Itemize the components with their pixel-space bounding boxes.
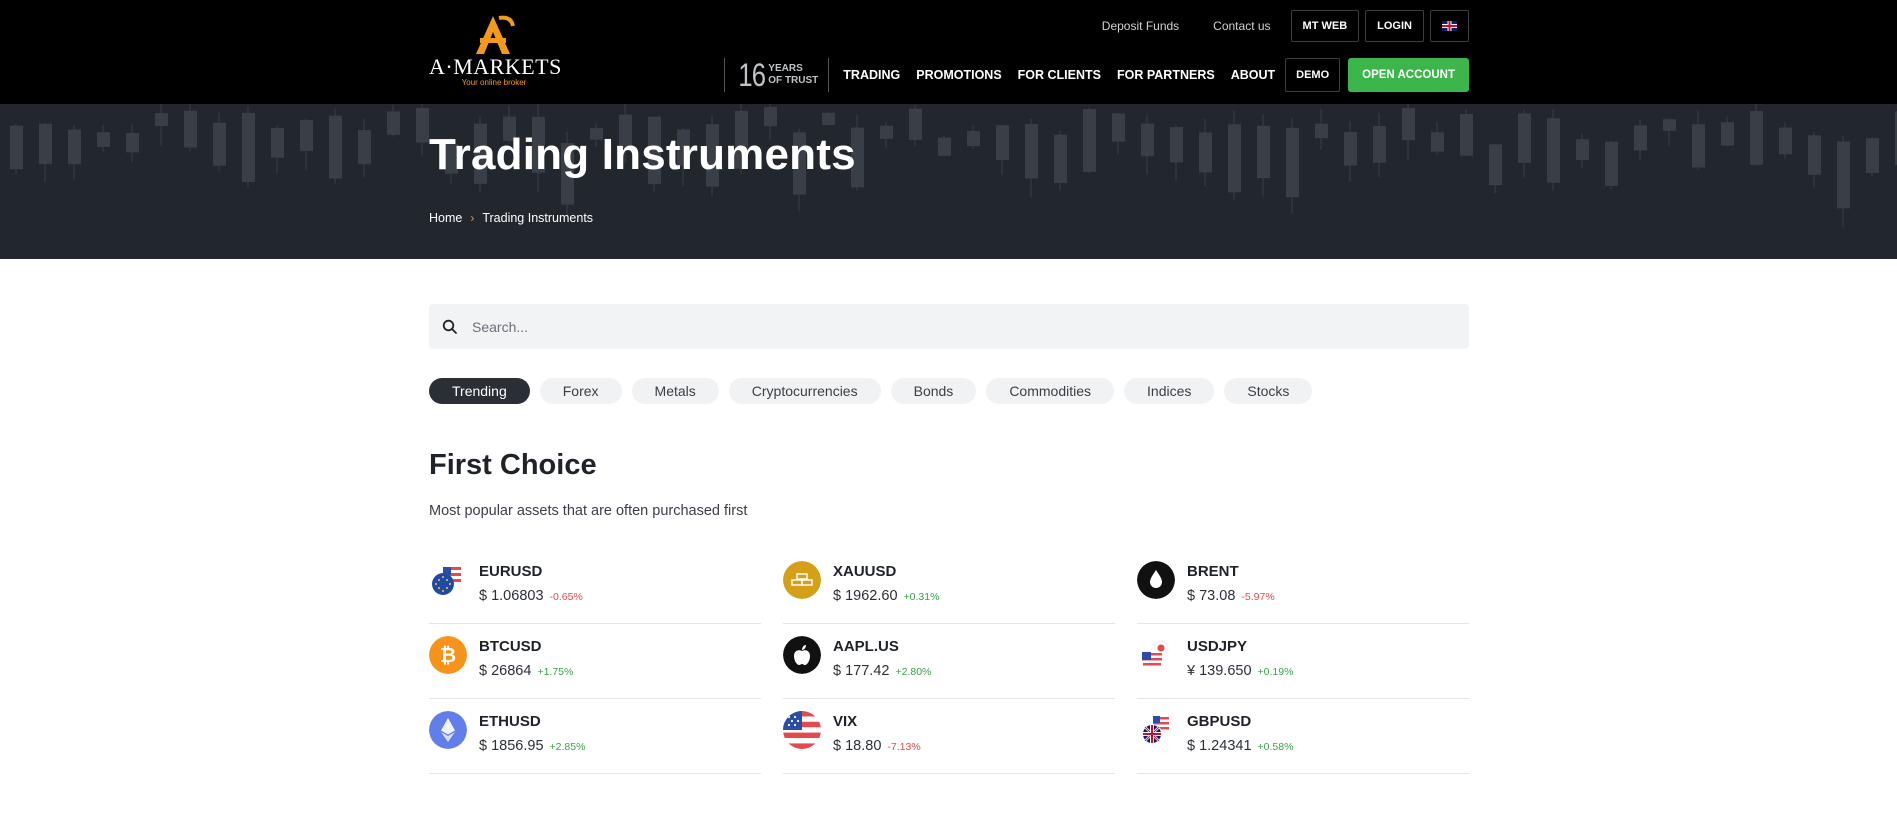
tab-stocks[interactable]: Stocks bbox=[1224, 378, 1313, 404]
page-title: Trading Instruments bbox=[429, 130, 856, 179]
deposit-funds-link[interactable]: Deposit Funds bbox=[1088, 11, 1193, 41]
asset-price: $ 1962.60 bbox=[833, 588, 898, 604]
asset-price: $ 73.08 bbox=[1187, 588, 1236, 604]
bitcoin-icon: ₿ bbox=[429, 636, 467, 674]
category-tabs: Trending Forex Metals Cryptocurrencies B… bbox=[429, 378, 1313, 404]
open-account-button[interactable]: OPEN ACCOUNT bbox=[1348, 58, 1469, 92]
nav-trading[interactable]: TRADING bbox=[835, 68, 908, 82]
asset-card-aapl[interactable]: AAPL.US $ 177.42 +2.80% bbox=[783, 624, 1115, 699]
search-bar bbox=[429, 304, 1469, 349]
contact-us-link[interactable]: Contact us bbox=[1199, 11, 1284, 41]
asset-price: ¥ 139.650 bbox=[1187, 663, 1252, 679]
asset-symbol: ETHUSD bbox=[479, 713, 541, 730]
logo-a-icon bbox=[476, 15, 515, 54]
asset-change: +2.80% bbox=[895, 666, 932, 678]
top-utility-nav: Deposit Funds Contact us MT WEB LOGIN bbox=[1088, 10, 1469, 42]
breadcrumb-home[interactable]: Home bbox=[429, 211, 462, 225]
asset-price: $ 177.42 bbox=[833, 663, 890, 679]
trust-line-1: YEARS bbox=[768, 63, 803, 74]
eu-us-flag-icon bbox=[429, 561, 467, 599]
breadcrumb: Home › Trading Instruments bbox=[429, 211, 593, 225]
svg-text:₿: ₿ bbox=[440, 643, 456, 667]
asset-card-brent[interactable]: BRENT $ 73.08 -5.97% bbox=[1137, 549, 1469, 624]
asset-price: $ 1856.95 bbox=[479, 738, 544, 754]
asset-change: +2.85% bbox=[549, 741, 586, 753]
asset-card-eurusd[interactable]: EURUSD $ 1.06803 -0.65% bbox=[429, 549, 761, 624]
asset-change: -5.97% bbox=[1241, 591, 1275, 603]
asset-price: $ 1.06803 bbox=[479, 588, 544, 604]
tab-indices[interactable]: Indices bbox=[1124, 378, 1215, 404]
breadcrumb-current: Trading Instruments bbox=[482, 211, 594, 225]
asset-change: +0.58% bbox=[1257, 741, 1294, 753]
tab-forex[interactable]: Forex bbox=[539, 378, 622, 404]
login-button[interactable]: LOGIN bbox=[1365, 10, 1424, 42]
search-input[interactable] bbox=[472, 318, 1372, 335]
breadcrumb-separator: › bbox=[470, 211, 475, 225]
asset-change: +0.31% bbox=[903, 591, 940, 603]
asset-change: +0.19% bbox=[1257, 666, 1294, 678]
nav-for-partners[interactable]: FOR PARTNERS bbox=[1109, 68, 1223, 82]
uk-us-flag-icon bbox=[1137, 711, 1175, 749]
main-nav: 16 YEARS OF TRUST TRADING PROMOTIONS FOR… bbox=[723, 56, 1469, 93]
tab-commodities[interactable]: Commodities bbox=[986, 378, 1115, 404]
asset-symbol: BTCUSD bbox=[479, 638, 542, 655]
asset-card-vix[interactable]: VIX $ 18.80 -7.13% bbox=[783, 699, 1115, 774]
uk-flag-icon bbox=[1442, 21, 1457, 31]
tab-metals[interactable]: Metals bbox=[631, 378, 719, 404]
section-title: First Choice bbox=[429, 449, 597, 481]
asset-symbol: VIX bbox=[833, 713, 858, 730]
asset-symbol: BRENT bbox=[1187, 563, 1239, 580]
demo-button[interactable]: DEMO bbox=[1285, 58, 1341, 92]
asset-price: $ 26864 bbox=[479, 663, 532, 679]
asset-change: -7.13% bbox=[887, 741, 921, 753]
apple-icon bbox=[783, 636, 821, 674]
nav-for-clients[interactable]: FOR CLIENTS bbox=[1010, 68, 1109, 82]
gold-bars-icon bbox=[783, 561, 821, 599]
nav-promotions[interactable]: PROMOTIONS bbox=[908, 68, 1009, 82]
years-of-trust-badge: 16 YEARS OF TRUST bbox=[723, 56, 830, 93]
ethereum-icon bbox=[429, 711, 467, 749]
section-subtitle: Most popular assets that are often purch… bbox=[429, 503, 748, 519]
trust-line-2: OF TRUST bbox=[768, 75, 819, 86]
asset-card-xauusd[interactable]: XAUUSD $ 1962.60 +0.31% bbox=[783, 549, 1115, 624]
tab-bonds[interactable]: Bonds bbox=[890, 378, 977, 404]
asset-symbol: EURUSD bbox=[479, 563, 543, 580]
asset-card-btcusd[interactable]: ₿ BTCUSD $ 26864 +1.75% bbox=[429, 624, 761, 699]
logo-tagline: Your online broker bbox=[461, 78, 527, 87]
asset-price: $ 1.24341 bbox=[1187, 738, 1252, 754]
asset-symbol: XAUUSD bbox=[833, 563, 897, 580]
logo-wordmark: A·MARKETS bbox=[429, 54, 562, 79]
page-hero: Trading Instruments Home › Trading Instr… bbox=[0, 104, 1897, 259]
nav-about[interactable]: ABOUT bbox=[1223, 68, 1283, 82]
site-header: A·MARKETS Your online broker Deposit Fun… bbox=[0, 0, 1897, 104]
mt-web-button[interactable]: MT WEB bbox=[1290, 10, 1360, 42]
tab-trending[interactable]: Trending bbox=[429, 378, 530, 404]
asset-card-gbpusd[interactable]: GBPUSD $ 1.24341 +0.58% bbox=[1137, 699, 1469, 774]
asset-change: +1.75% bbox=[537, 666, 574, 678]
search-icon bbox=[442, 319, 457, 334]
asset-symbol: AAPL.US bbox=[833, 638, 899, 655]
language-selector[interactable] bbox=[1430, 10, 1469, 42]
amarkets-logo[interactable]: A·MARKETS Your online broker bbox=[429, 12, 562, 90]
tab-cryptocurrencies[interactable]: Cryptocurrencies bbox=[728, 378, 881, 404]
asset-change: -0.65% bbox=[549, 591, 583, 603]
oil-drop-icon bbox=[1137, 561, 1175, 599]
trust-years-number: 16 bbox=[738, 56, 766, 93]
us-jp-flag-icon bbox=[1137, 636, 1175, 674]
asset-symbol: GBPUSD bbox=[1187, 713, 1252, 730]
asset-card-usdjpy[interactable]: USDJPY ¥ 139.650 +0.19% bbox=[1137, 624, 1469, 699]
us-flag-icon bbox=[783, 711, 821, 749]
asset-card-ethusd[interactable]: ETHUSD $ 1856.95 +2.85% bbox=[429, 699, 761, 774]
asset-symbol: USDJPY bbox=[1187, 638, 1248, 655]
asset-price: $ 18.80 bbox=[833, 738, 882, 754]
